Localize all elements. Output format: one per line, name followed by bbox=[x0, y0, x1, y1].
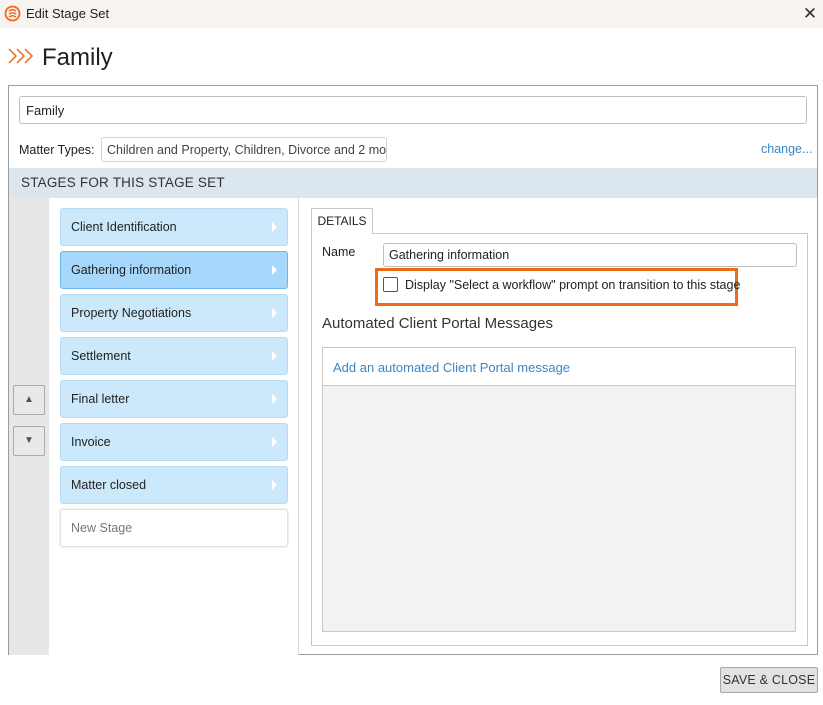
acpm-container: Add an automated Client Portal message bbox=[322, 347, 796, 632]
stage-label: Settlement bbox=[71, 349, 131, 363]
arrow-right-icon bbox=[272, 351, 277, 361]
arrow-right-icon bbox=[272, 437, 277, 447]
acpm-heading: Automated Client Portal Messages bbox=[322, 315, 553, 332]
new-stage-item[interactable]: New Stage bbox=[60, 509, 288, 547]
stage-set-name-input[interactable] bbox=[19, 96, 807, 124]
workflow-prompt-label: Display "Select a workflow" prompt on tr… bbox=[405, 278, 741, 292]
stage-label: Property Negotiations bbox=[71, 306, 192, 320]
stage-item[interactable]: Invoice bbox=[60, 423, 288, 461]
stage-item[interactable]: Final letter bbox=[60, 380, 288, 418]
stage-item[interactable]: Settlement bbox=[60, 337, 288, 375]
details-tab-body: Name Display "Select a workflow" prompt … bbox=[311, 233, 808, 646]
close-icon[interactable]: ✕ bbox=[799, 3, 821, 25]
stage-label: Client Identification bbox=[71, 220, 177, 234]
save-close-button[interactable]: SAVE & CLOSE bbox=[720, 667, 818, 693]
stage-name-input[interactable] bbox=[383, 243, 797, 267]
acpm-list bbox=[323, 386, 795, 631]
add-acpm-link[interactable]: Add an automated Client Portal message bbox=[333, 360, 570, 375]
stage-label: Matter closed bbox=[71, 478, 147, 492]
arrow-right-icon bbox=[272, 308, 277, 318]
arrow-right-icon bbox=[272, 394, 277, 404]
matter-types-field: Children and Property, Children, Divorce… bbox=[101, 137, 387, 162]
stages-section-header: STAGES FOR THIS STAGE SET bbox=[9, 168, 817, 198]
app-logo-icon bbox=[4, 5, 21, 22]
change-matter-types-link[interactable]: change... bbox=[761, 142, 812, 156]
workflow-prompt-checkbox[interactable] bbox=[383, 277, 398, 292]
window-title: Edit Stage Set bbox=[26, 6, 110, 21]
stage-item[interactable]: Client Identification bbox=[60, 208, 288, 246]
stage-item[interactable]: Property Negotiations bbox=[60, 294, 288, 332]
double-chevron-icon bbox=[8, 48, 34, 64]
stage-list: Client Identification Gathering informat… bbox=[49, 198, 299, 655]
stage-label: Final letter bbox=[71, 392, 130, 406]
details-area: DETAILS Name Display "Select a workflow"… bbox=[311, 208, 808, 646]
matter-types-label: Matter Types: bbox=[19, 143, 95, 157]
stage-label: Invoice bbox=[71, 435, 111, 449]
stage-set-panel: Matter Types: Children and Property, Chi… bbox=[8, 85, 818, 655]
stage-item[interactable]: Matter closed bbox=[60, 466, 288, 504]
arrow-right-icon bbox=[272, 222, 277, 232]
move-down-button[interactable]: ▼ bbox=[13, 426, 45, 456]
title-bar: Edit Stage Set ✕ bbox=[0, 0, 823, 28]
arrow-right-icon bbox=[272, 480, 277, 490]
tab-details[interactable]: DETAILS bbox=[311, 208, 373, 234]
acpm-header: Add an automated Client Portal message bbox=[323, 348, 795, 386]
stage-name-label: Name bbox=[322, 245, 356, 259]
move-up-button[interactable]: ▲ bbox=[13, 385, 45, 415]
stage-label: Gathering information bbox=[71, 263, 192, 277]
stage-item-selected[interactable]: Gathering information bbox=[60, 251, 288, 289]
arrow-right-icon bbox=[272, 265, 277, 275]
reorder-strip: ▲ ▼ bbox=[9, 198, 49, 655]
page-title: Family bbox=[42, 44, 113, 71]
